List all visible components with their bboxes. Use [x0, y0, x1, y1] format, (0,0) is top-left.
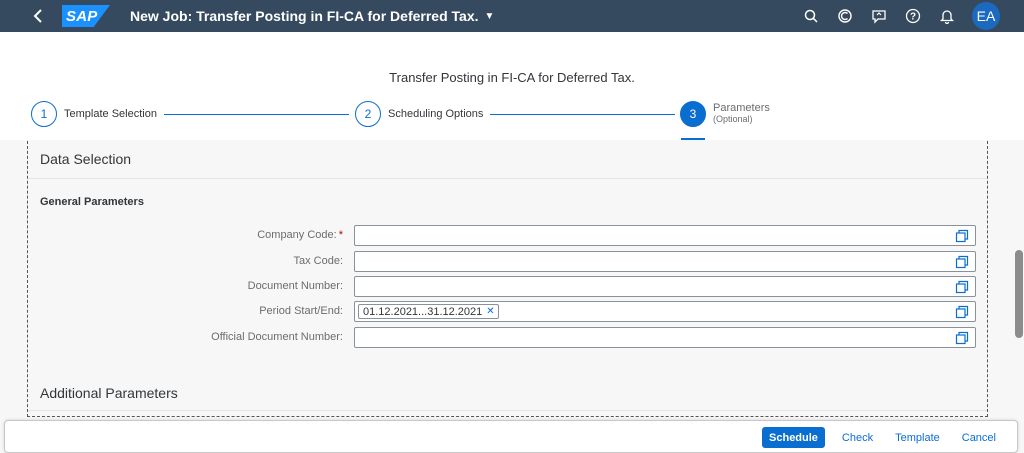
value-help-icon[interactable] — [955, 305, 969, 319]
app-title: New Job: Transfer Posting in FI-CA for D… — [130, 8, 479, 24]
field-label: Period Start/End: — [259, 305, 343, 317]
help-button[interactable]: ? — [896, 0, 930, 32]
wizard-step-2[interactable]: 2 Scheduling Options — [355, 101, 483, 127]
cancel-button[interactable]: Cancel — [953, 427, 1005, 448]
field-row-period: Period Start/End: 01.12.2021...31.12.202… — [28, 301, 987, 322]
field-row-company-code: Company Code: * — [28, 225, 987, 246]
period-start-end-input[interactable]: 01.12.2021...31.12.2021 ✕ — [354, 301, 976, 322]
divider — [28, 178, 987, 179]
chevron-left-icon — [33, 9, 42, 23]
copilot-icon — [838, 9, 852, 23]
value-help-icon[interactable] — [955, 255, 969, 269]
caret-down-icon: ▼ — [484, 10, 495, 22]
page-header: Transfer Posting in FI-CA for Deferred T… — [0, 32, 1024, 140]
back-button[interactable] — [24, 0, 52, 32]
field-label: Company Code: * — [257, 229, 343, 241]
value-help-icon[interactable] — [955, 229, 969, 243]
tax-code-input[interactable] — [354, 251, 976, 272]
section-title-additional-parameters: Additional Parameters — [40, 385, 178, 401]
user-avatar[interactable]: EA — [972, 2, 1000, 30]
step-number: 3 — [680, 101, 706, 127]
wizard-connector — [490, 114, 675, 115]
official-document-number-input[interactable] — [354, 327, 976, 348]
field-label: Document Number: — [247, 280, 343, 292]
copilot-button[interactable] — [828, 0, 862, 32]
step-label: Scheduling Options — [388, 108, 484, 120]
wizard-step-3[interactable]: 3 Parameters (Optional) — [680, 101, 770, 127]
notifications-icon — [940, 10, 954, 24]
scrollbar-thumb[interactable] — [1015, 250, 1023, 338]
active-step-indicator — [681, 138, 705, 140]
field-label: Official Document Number: — [211, 331, 343, 343]
remove-token-icon[interactable]: ✕ — [486, 306, 494, 317]
app-title-menu[interactable]: New Job: Transfer Posting in FI-CA for D… — [130, 8, 494, 24]
field-row-official-document-number: Official Document Number: — [28, 327, 987, 348]
field-label: Tax Code: — [293, 255, 343, 267]
wizard-progress: 1 Template Selection 2 Scheduling Option… — [0, 96, 1024, 140]
page-title: Transfer Posting in FI-CA for Deferred T… — [389, 70, 635, 85]
notifications-button[interactable] — [930, 0, 964, 32]
footer-toolbar: Schedule Check Template Cancel — [4, 420, 1018, 453]
required-marker: * — [338, 229, 343, 241]
sap-logo[interactable]: SAP — [62, 5, 110, 27]
svg-text:?: ? — [910, 12, 916, 23]
step-number: 2 — [355, 101, 381, 127]
wizard-step-1[interactable]: 1 Template Selection — [31, 101, 157, 127]
step-label: Parameters — [713, 102, 770, 114]
field-row-tax-code: Tax Code: — [28, 251, 987, 272]
value-help-icon[interactable] — [955, 280, 969, 294]
divider — [28, 410, 987, 411]
help-icon: ? — [905, 8, 921, 24]
step-label: Template Selection — [64, 108, 157, 120]
schedule-button[interactable]: Schedule — [762, 427, 825, 448]
step-sublabel: (Optional) — [713, 114, 753, 124]
step-number: 1 — [31, 101, 57, 127]
company-code-input[interactable] — [354, 225, 976, 246]
parameters-content: Data Selection General Parameters Compan… — [27, 141, 988, 417]
shell-bar: SAP New Job: Transfer Posting in FI-CA f… — [0, 0, 1024, 32]
feedback-icon — [872, 10, 886, 24]
token-text: 01.12.2021...31.12.2021 — [363, 305, 483, 318]
section-title-data-selection: Data Selection — [40, 151, 132, 167]
period-token[interactable]: 01.12.2021...31.12.2021 ✕ — [358, 304, 499, 319]
wizard-connector — [164, 114, 349, 115]
feedback-button[interactable] — [862, 0, 896, 32]
field-row-document-number: Document Number: — [28, 276, 987, 297]
check-button[interactable]: Check — [833, 427, 882, 448]
search-icon — [804, 9, 818, 23]
template-button[interactable]: Template — [886, 427, 949, 448]
document-number-input[interactable] — [354, 276, 976, 297]
group-title: General Parameters — [40, 196, 144, 208]
search-button[interactable] — [794, 0, 828, 32]
value-help-icon[interactable] — [955, 331, 969, 345]
